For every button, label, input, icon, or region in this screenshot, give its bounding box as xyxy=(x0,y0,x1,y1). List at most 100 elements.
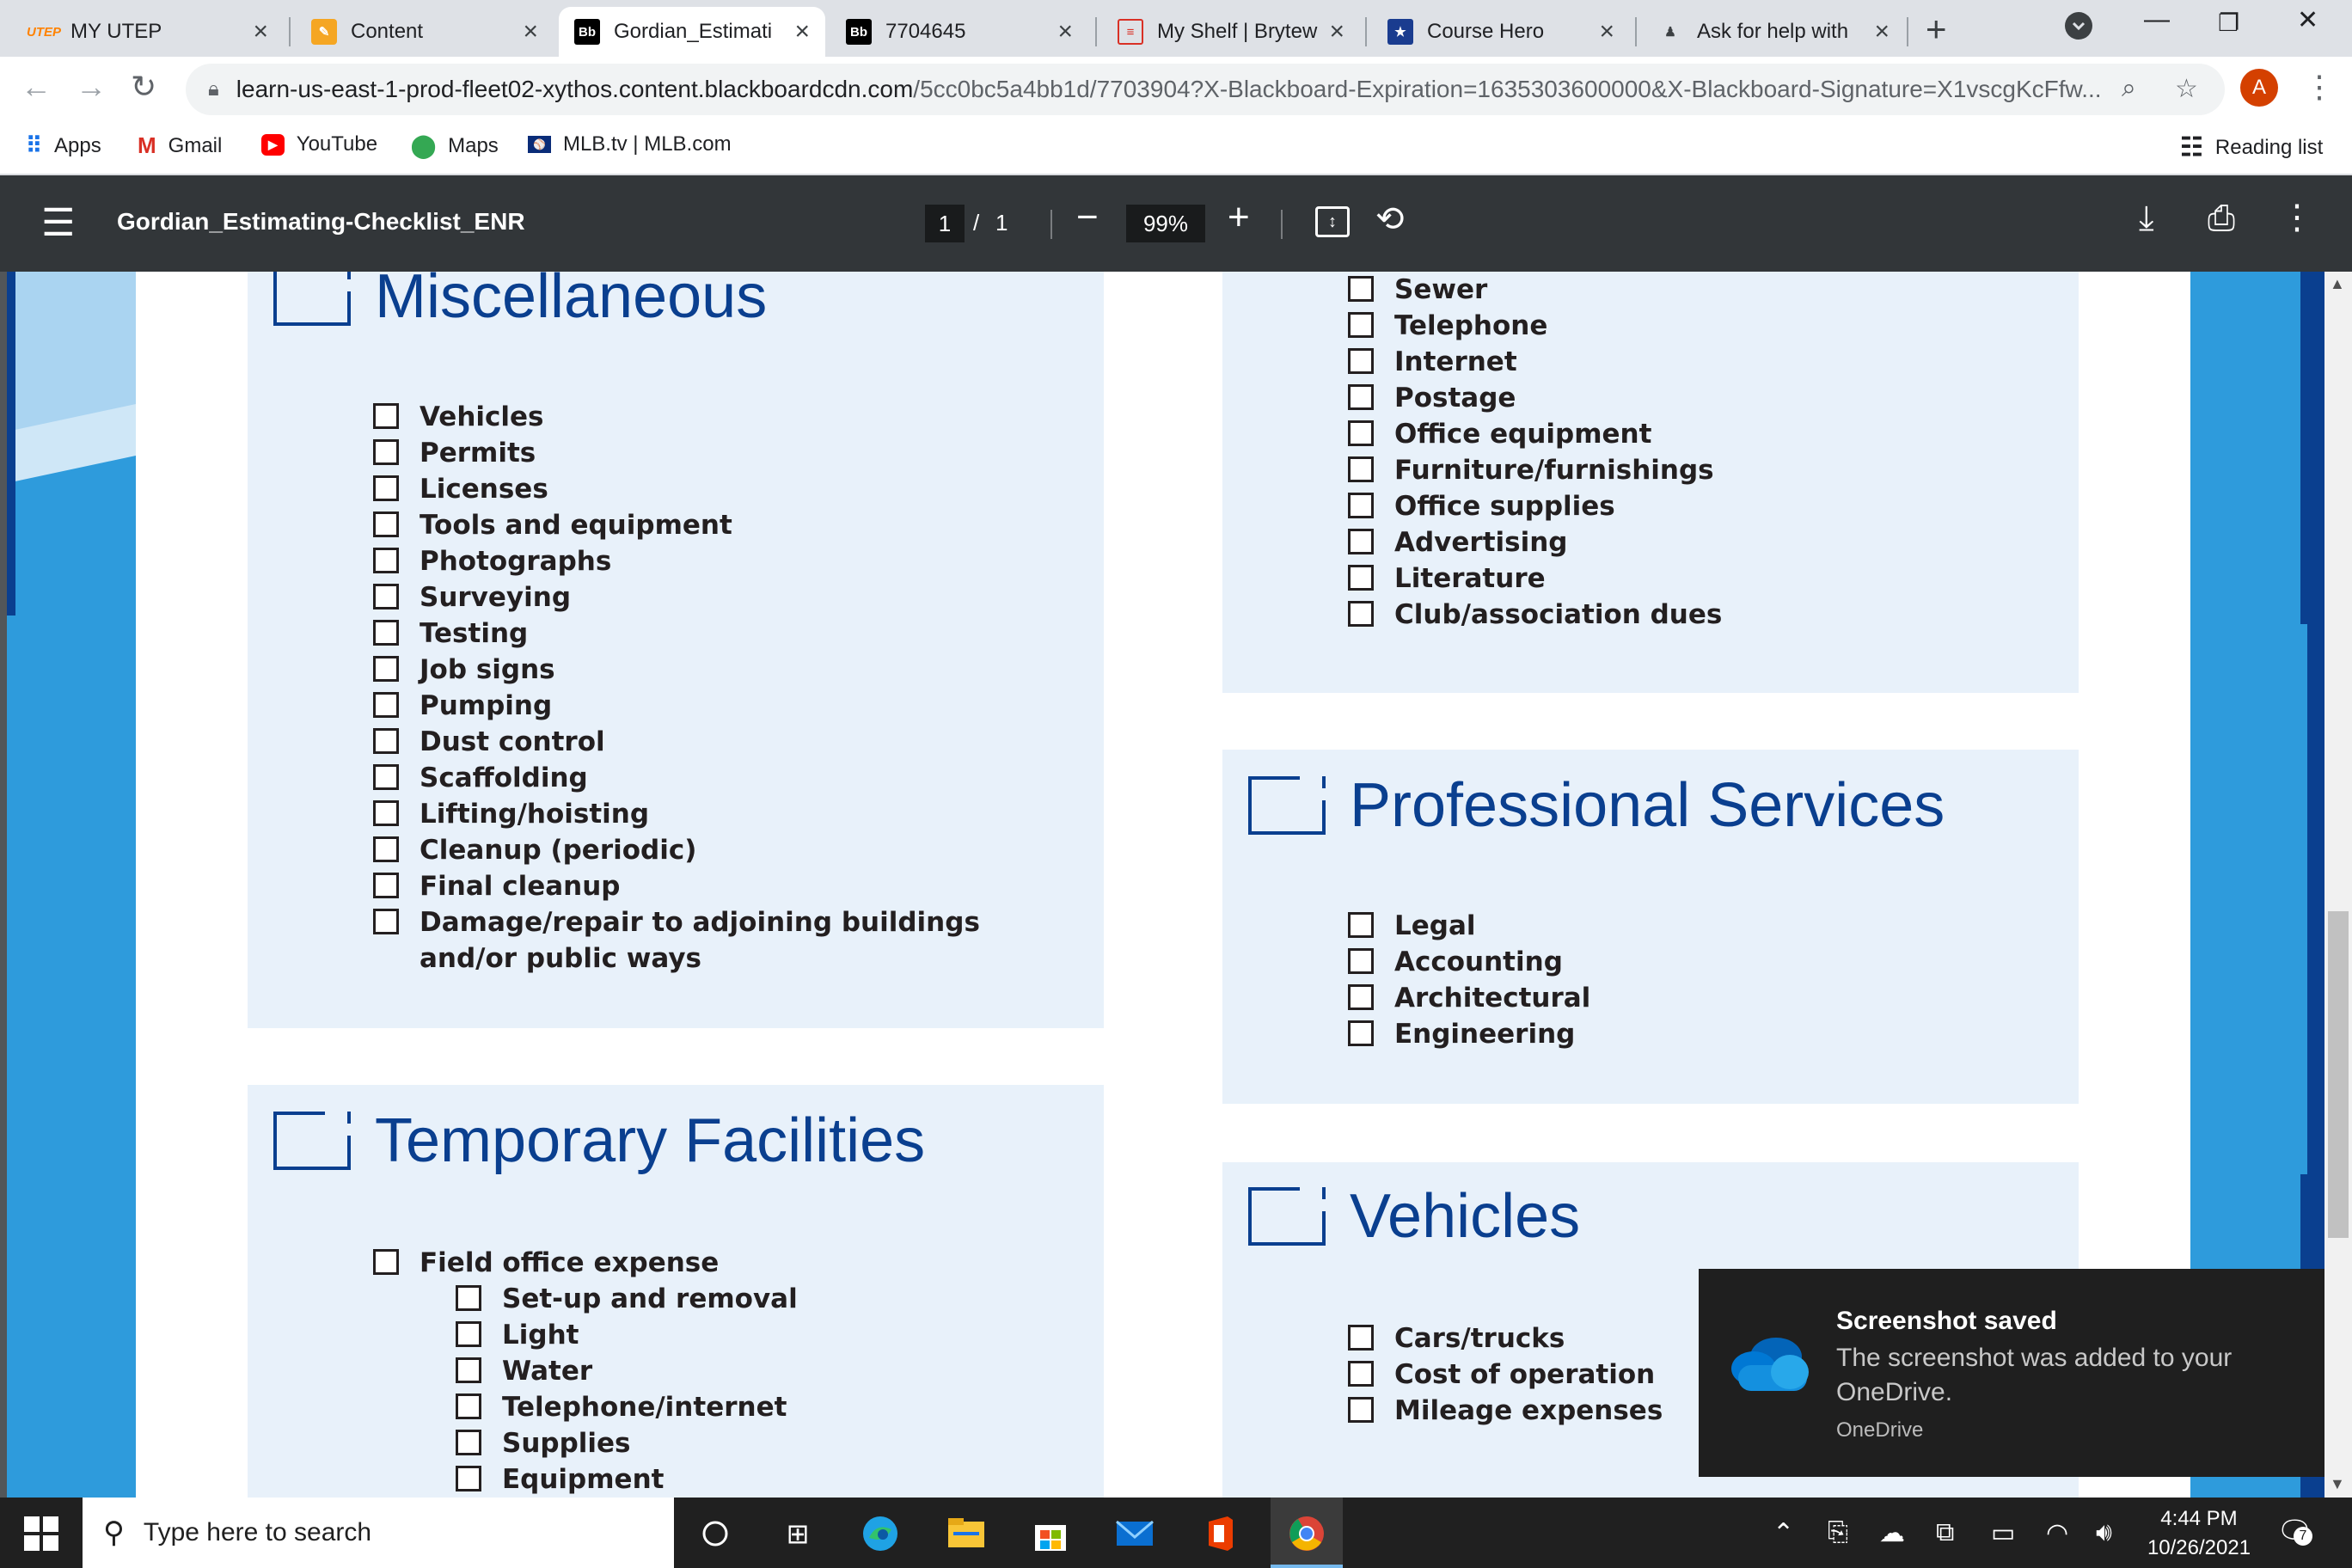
checklist-item-label: Advertising xyxy=(1394,527,1568,558)
zoom-magnifier-icon[interactable]: ⌕ xyxy=(2122,74,2136,103)
windows-start-icon[interactable] xyxy=(24,1516,58,1551)
close-tab-icon[interactable]: × xyxy=(794,17,810,46)
tab-course-hero[interactable]: ★ Course Hero × xyxy=(1372,7,1630,57)
close-tab-icon[interactable]: × xyxy=(253,17,268,46)
bookmark-apps[interactable]: ⠿ Apps xyxy=(26,132,101,159)
back-arrow-icon[interactable]: ← xyxy=(21,69,52,105)
tab-my-shelf[interactable]: ≡ My Shelf | Brytew × xyxy=(1102,7,1360,57)
file-explorer-icon[interactable] xyxy=(946,1513,987,1554)
scrollbar-thumb[interactable] xyxy=(2328,911,2349,1238)
checklist-item-label: Sewer xyxy=(1394,274,1488,305)
checklist-item-label: Set-up and removal xyxy=(502,1283,798,1314)
scroll-up-arrow-icon[interactable]: ▲ xyxy=(2330,275,2345,293)
checklist-item: Literature xyxy=(1348,560,1546,597)
show-hidden-icons-chevron-icon[interactable]: ⌃ xyxy=(1773,1518,1794,1548)
taskbar-search-box[interactable]: ⚲ Type here to search xyxy=(83,1498,674,1568)
microsoft-store-icon[interactable] xyxy=(1030,1513,1071,1554)
vertical-scrollbar[interactable]: ▲ ▼ xyxy=(2324,272,2352,1498)
download-icon[interactable]: ⤓ xyxy=(2139,199,2154,238)
lock-icon: 🔒︎ xyxy=(208,77,219,101)
reading-list-button[interactable]: ☷ Reading list xyxy=(2180,132,2323,162)
tab-separator xyxy=(1907,17,1908,46)
checkbox-square-icon xyxy=(373,909,399,934)
tab-7704645[interactable]: Bb 7704645 × xyxy=(830,7,1088,57)
print-icon[interactable]: ⎙ xyxy=(2208,199,2235,238)
checklist-item-label: Architectural xyxy=(1394,983,1591,1014)
checkbox-square-icon xyxy=(456,1285,481,1311)
tab-separator xyxy=(1635,17,1637,46)
notification-app-name: OneDrive xyxy=(1836,1418,1924,1442)
checklist-item-label: Job signs xyxy=(420,654,555,685)
bookmark-star-icon[interactable]: ☆ xyxy=(2175,74,2198,104)
bookmark-gmail[interactable]: M Gmail xyxy=(138,132,222,159)
scroll-down-arrow-icon[interactable]: ▼ xyxy=(2330,1475,2345,1493)
meet-now-icon[interactable]: ⎘ xyxy=(1828,1518,1848,1547)
chrome-menu-icon[interactable]: ⋮ xyxy=(2304,69,2335,105)
checklist-item-label: Final cleanup xyxy=(420,871,621,902)
bookmark-youtube[interactable]: ▶ YouTube xyxy=(261,132,377,156)
close-tab-icon[interactable]: × xyxy=(1057,17,1073,46)
new-tab-plus-icon[interactable]: + xyxy=(1926,9,1947,50)
close-tab-icon[interactable]: × xyxy=(1329,17,1344,46)
office-icon[interactable] xyxy=(1200,1513,1241,1554)
hamburger-menu-icon[interactable]: ☰ xyxy=(41,201,75,245)
onedrive-notification[interactable]: Screenshot saved The screenshot was adde… xyxy=(1699,1269,2324,1477)
close-tab-icon[interactable]: × xyxy=(523,17,538,46)
checklist-item-label: Legal xyxy=(1394,910,1476,941)
address-bar[interactable]: 🔒︎ learn-us-east-1-prod-fleet02-xythos.c… xyxy=(186,64,2225,115)
zoom-level-input[interactable]: 99% xyxy=(1126,205,1205,242)
zoom-out-icon[interactable]: − xyxy=(1076,196,1099,239)
checklist-item-label: Furniture/furnishings xyxy=(1394,455,1714,486)
checklist-item-label: Literature xyxy=(1394,563,1546,594)
tab-my-utep[interactable]: UTEP MY UTEP × xyxy=(15,7,284,57)
tab-title: Course Hero xyxy=(1427,20,1545,43)
close-tab-icon[interactable]: × xyxy=(1599,17,1614,46)
wifi-icon[interactable]: ◠ xyxy=(2046,1518,2068,1548)
battery-icon[interactable]: ▭ xyxy=(1991,1518,2015,1548)
close-tab-icon[interactable]: × xyxy=(1874,17,1890,46)
bookmark-label: Apps xyxy=(54,133,101,157)
system-clock[interactable]: 4:44 PM 10/26/2021 xyxy=(2139,1504,2259,1563)
tab-search-icon[interactable] xyxy=(2065,12,2092,40)
chrome-icon[interactable] xyxy=(1286,1513,1327,1554)
reload-icon[interactable]: ↻ xyxy=(131,69,156,105)
checklist-item-label: Cleanup (periodic) xyxy=(420,835,697,866)
rotate-icon[interactable]: ⟲ xyxy=(1375,199,1405,239)
checklist-item-label: Equipment xyxy=(502,1464,665,1495)
more-options-icon[interactable]: ⋮ xyxy=(2280,198,2314,237)
onedrive-tray-icon[interactable]: ☁ xyxy=(1879,1518,1905,1548)
checkbox-square-icon xyxy=(1348,529,1374,554)
forward-arrow-icon[interactable]: → xyxy=(76,69,107,105)
checklist-item-label: Tools and equipment xyxy=(420,510,732,541)
display-tray-icon[interactable]: ⧉ xyxy=(1936,1518,1954,1547)
checkbox-square-icon xyxy=(1348,493,1374,518)
page-number-input[interactable]: 1 xyxy=(925,205,965,242)
tab-content[interactable]: ✎ Content × xyxy=(296,7,554,57)
close-window-icon[interactable]: ✕ xyxy=(2297,5,2318,35)
task-view-icon[interactable]: ⊞ xyxy=(777,1513,818,1554)
checkbox-square-icon xyxy=(456,1393,481,1419)
minimize-icon[interactable]: — xyxy=(2144,5,2170,34)
restore-icon[interactable]: ❐ xyxy=(2218,9,2239,37)
profile-avatar[interactable]: A xyxy=(2240,69,2278,107)
bookmark-maps[interactable]: ⬤ Maps xyxy=(411,132,499,159)
checklist-item: Office equipment xyxy=(1348,416,1651,452)
cortana-circle-icon[interactable] xyxy=(695,1513,736,1554)
checkbox-square-icon xyxy=(373,511,399,537)
bookmark-mlb[interactable]: ⚾ MLB.tv | MLB.com xyxy=(528,132,732,156)
fit-to-page-icon[interactable]: ↕ xyxy=(1315,206,1350,237)
checklist-item-label: Permits xyxy=(420,438,536,469)
checklist-item-label: Office equipment xyxy=(1394,419,1652,450)
mail-icon[interactable] xyxy=(1114,1513,1155,1554)
edge-browser-icon[interactable] xyxy=(860,1513,901,1554)
tab-gordian-estimating[interactable]: Bb Gordian_Estimati × xyxy=(559,7,825,57)
tab-ask-for-help[interactable]: ♟ Ask for help with × xyxy=(1642,7,1905,57)
action-center-icon[interactable]: 🗨︎7 xyxy=(2276,1515,2313,1549)
volume-icon[interactable]: 🔊︎ xyxy=(2096,1518,2112,1547)
checkbox-square-icon xyxy=(373,800,399,826)
checkbox-square-icon xyxy=(373,439,399,465)
zoom-in-icon[interactable]: + xyxy=(1228,196,1250,239)
miscellaneous-heading: Miscellaneous xyxy=(273,272,767,332)
checklist-item: Lifting/hoisting xyxy=(373,796,649,832)
professional-services-heading: Professional Services xyxy=(1248,770,1945,841)
